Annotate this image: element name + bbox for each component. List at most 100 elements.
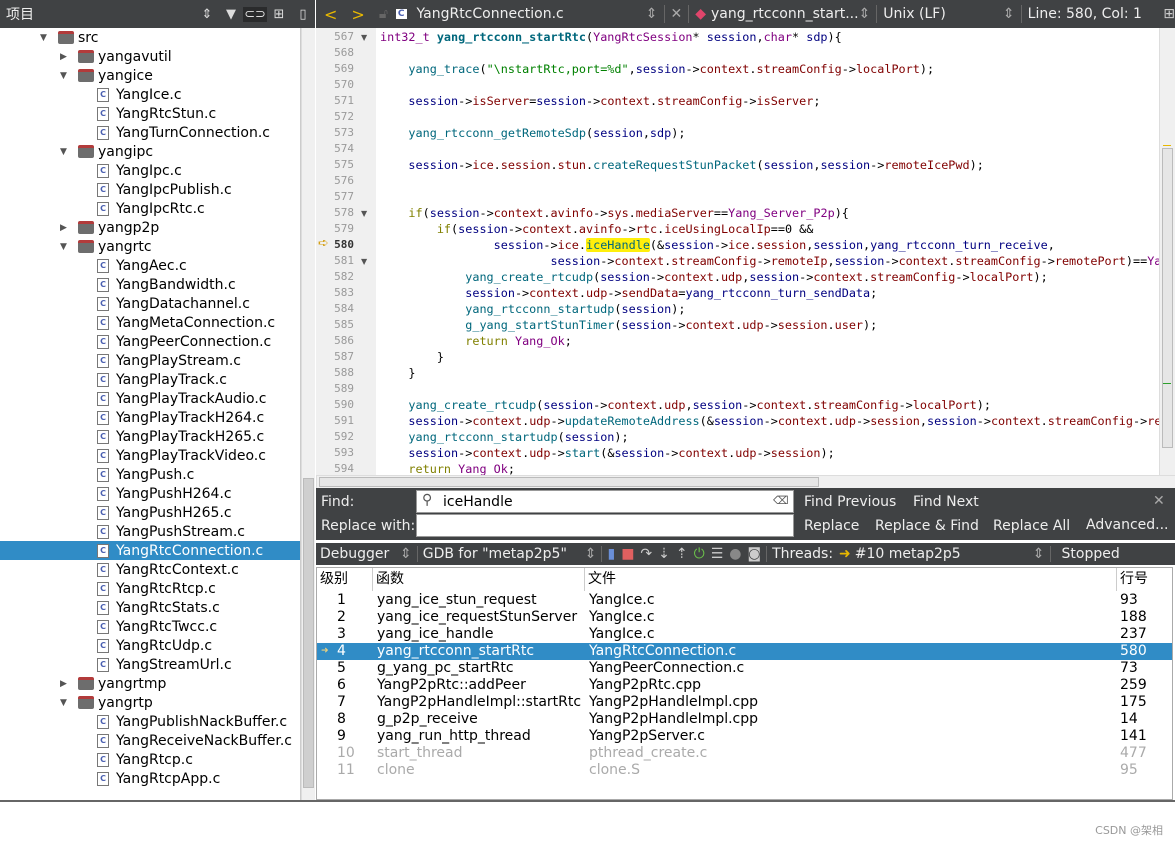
tree-file[interactable]: C YangIce.c [0,85,300,104]
collapsed-arrow-icon[interactable]: ▶ [60,223,67,233]
code-line[interactable]: yang_rtcconn_startudp(session); [380,301,685,317]
tree-file[interactable]: C YangRtcContext.c [0,560,300,579]
line-number[interactable]: 591 [316,413,354,429]
code-line[interactable]: session->context.streamConfig->remoteIp,… [380,253,1159,269]
stack-frame-row[interactable]: 3 yang_ice_handle YangIce.c 237 [317,626,1172,643]
code-editor[interactable]: 567 ▼ 568 569 570 571 572 573 574 575 576 577 578 ▼ 57… [316,28,1159,475]
instruction-mode-icon[interactable]: ☰ [711,546,724,562]
back-icon[interactable]: < [324,5,337,24]
step-into-icon[interactable]: ⇣ [658,546,670,562]
line-ending-selector[interactable]: Unix (LF) [883,6,1003,22]
advanced-button[interactable]: Advanced... [1086,517,1169,533]
tree-file[interactable]: C YangStreamUrl.c [0,655,300,674]
stack-frame-row[interactable]: 1 yang_ice_stun_request YangIce.c 93 [317,592,1172,609]
column-header-line[interactable]: 行号 [1117,568,1172,591]
tree-file[interactable]: C YangRtcpApp.c [0,769,300,788]
close-find-icon[interactable]: ✕ [1153,493,1165,509]
line-number[interactable]: 572 [316,109,354,125]
tree-file[interactable]: C YangPlayTrackVideo.c [0,446,300,465]
tree-folder[interactable]: ▼ yangice [0,66,300,85]
code-line[interactable]: session->context.udp->start(&session->co… [380,445,834,461]
stack-frame-row[interactable]: 8 g_p2p_receive YangP2pHandleImpl.cpp 14 [317,711,1172,728]
tree-file[interactable]: C YangPeerConnection.c [0,332,300,351]
expanded-arrow-icon[interactable]: ▼ [60,71,67,81]
line-number[interactable]: 584 [316,301,354,317]
stack-frame-row[interactable]: ➜ 4 yang_rtcconn_startRtc YangRtcConnection… [317,643,1172,660]
line-number[interactable]: 583 [316,285,354,301]
line-number[interactable]: 589 [316,381,354,397]
replace-find-button[interactable]: Replace & Find [875,518,979,534]
tree-file[interactable]: C YangIpcPublish.c [0,180,300,199]
tree-folder[interactable]: ▶ yangavutil [0,47,300,66]
line-number[interactable]: 585 [316,317,354,333]
line-number[interactable]: 594 [316,461,354,475]
fold-arrow-icon[interactable]: ▼ [361,33,367,42]
line-number[interactable]: 567 [316,29,354,45]
tree-file[interactable]: C YangRtcp.c [0,750,300,769]
find-previous-button[interactable]: Find Previous [804,494,896,510]
fold-arrow-icon[interactable]: ▼ [361,209,367,218]
cursor-position[interactable]: Line: 580, Col: 1 [1028,6,1148,22]
line-number[interactable]: 569 [316,61,354,77]
tree-file[interactable]: C YangRtcStats.c [0,598,300,617]
column-header-file[interactable]: 文件 [585,568,1117,591]
replace-input[interactable] [416,514,794,537]
stack-frame-row[interactable]: 11 clone clone.S 95 [317,762,1172,779]
debug-engine-selector[interactable]: GDB for "metap2p5" [423,546,585,562]
tree-file[interactable]: C YangPlayStream.c [0,351,300,370]
code-line[interactable]: yang_rtcconn_getRemoteSdp(session,sdp); [380,125,685,141]
line-number-gutter[interactable]: 567 ▼ 568 569 570 571 572 573 574 575 576 577 578 ▼ 57… [316,28,376,475]
tree-file[interactable]: C YangPush.c [0,465,300,484]
code-line[interactable]: } [380,365,415,381]
code-line[interactable]: return Yang_Ok; [380,461,515,475]
close-pane-icon[interactable]: ▯ [291,7,315,22]
line-number[interactable]: 586 [316,333,354,349]
code-line[interactable]: if(session->context.avinfo->rtc.iceUsing… [380,221,814,237]
line-number[interactable]: 568 [316,45,354,61]
tree-file[interactable]: C YangPushH265.c [0,503,300,522]
code-line[interactable]: session->ice.session.stun.createRequestS… [380,157,983,173]
step-over-icon[interactable]: ↷ [640,546,652,562]
tree-file[interactable]: C YangRtcRtcp.c [0,579,300,598]
tree-file[interactable]: C YangAec.c [0,256,300,275]
tree-file[interactable]: C YangPlayTrackH264.c [0,408,300,427]
stack-frame-row[interactable]: 6 YangP2pRtc::addPeer YangP2pRtc.cpp 259 [317,677,1172,694]
expanded-arrow-icon[interactable]: ▼ [60,147,67,157]
stack-frame-row[interactable]: 5 g_yang_pc_startRtc YangPeerConnection.c 7… [317,660,1172,677]
tree-folder[interactable]: ▼ yangipc [0,142,300,161]
find-next-button[interactable]: Find Next [913,494,979,510]
line-number[interactable]: 588 [316,365,354,381]
stack-frame-row[interactable]: 9 yang_run_http_thread YangP2pServer.c 141 [317,728,1172,745]
code-line[interactable]: yang_create_rtcudp(session->context.udp,… [380,269,1048,285]
breakpoint-icon[interactable]: ● [729,546,741,562]
tree-folder[interactable]: ▼ yangrtc [0,237,300,256]
tree-scrollbar[interactable] [301,28,315,800]
tree-file[interactable]: C YangIpc.c [0,161,300,180]
line-number[interactable]: 581 [316,253,354,269]
debugger-mode-selector[interactable]: Debugger [320,546,400,562]
tree-file[interactable]: C YangRtcTwcc.c [0,617,300,636]
column-header-level[interactable]: 级别 [317,568,373,591]
line-number[interactable]: 579 [316,221,354,237]
clear-search-icon[interactable]: ⌫ [773,494,789,507]
stack-frame-row[interactable]: 7 YangP2pHandleImpl::startRtc YangP2pHandl… [317,694,1172,711]
fold-arrow-icon[interactable]: ▼ [361,257,367,266]
column-header-function[interactable]: 函数 [373,568,585,591]
line-number[interactable]: 578 [316,205,354,221]
code-line[interactable]: session->context.udp->updateRemoteAddres… [380,413,1159,429]
line-number[interactable]: 571 [316,93,354,109]
tree-file[interactable]: C YangPlayTrack.c [0,370,300,389]
tree-file[interactable]: C YangDatachannel.c [0,294,300,313]
code-line[interactable]: session->ice.iceHandle(&session->ice.ses… [380,237,1055,253]
symbol-selector[interactable]: yang_rtcconn_start... [711,6,859,22]
line-number[interactable]: 592 [316,429,354,445]
line-number[interactable]: 574 [316,141,354,157]
tree-folder[interactable]: ▶ yangp2p [0,218,300,237]
line-number[interactable]: 576 [316,173,354,189]
close-file-icon[interactable]: ✕ [671,6,683,22]
tree-folder[interactable]: ▼ src [0,28,300,47]
line-number[interactable]: 575 [316,157,354,173]
code-line[interactable]: yang_trace("\nstartRtc,port=%d",session-… [380,61,934,77]
expanded-arrow-icon[interactable]: ▼ [60,698,67,708]
stack-frame-row[interactable]: 2 yang_ice_requestStunServer YangIce.c 188 [317,609,1172,626]
